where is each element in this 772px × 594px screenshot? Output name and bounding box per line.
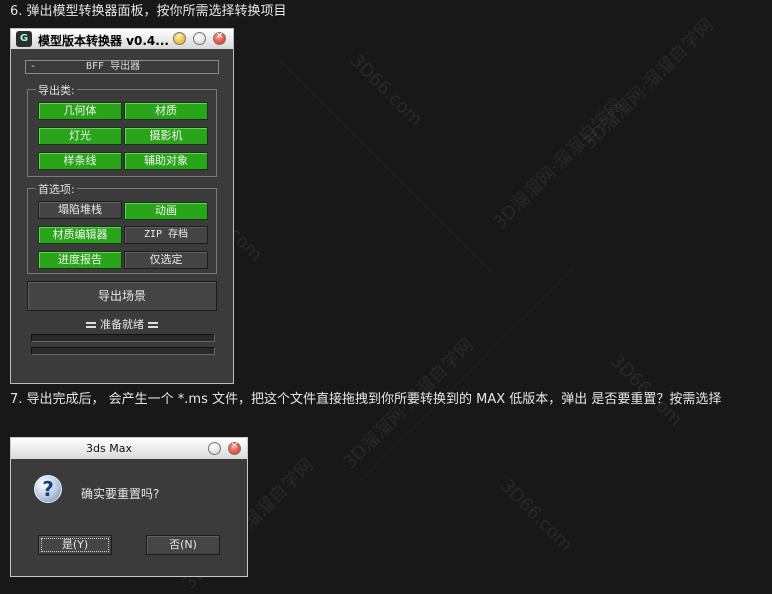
- status-text: 准备就绪: [100, 318, 144, 331]
- status-mark: [86, 322, 96, 328]
- window-title: 模型版本转换器 v0.4...: [38, 34, 169, 48]
- animation-toggle[interactable]: 动画: [124, 202, 208, 220]
- watermark-line: [360, 267, 573, 481]
- dialog-title: 3ds Max: [86, 442, 132, 455]
- rollout-title: BFF 导出器: [86, 61, 141, 72]
- no-button[interactable]: 否(N): [146, 535, 220, 555]
- converter-titlebar[interactable]: G 模型版本转换器 v0.4... – ×: [11, 29, 233, 49]
- spline-toggle[interactable]: 样条线: [38, 152, 122, 170]
- geometry-toggle[interactable]: 几何体: [38, 102, 122, 120]
- zip-archive-toggle[interactable]: ZIP 存档: [124, 226, 208, 244]
- group-label: 首选项:: [36, 181, 77, 197]
- reset-confirm-dialog: 3ds Max × ? 确实要重置吗? 是(Y) 否(N): [10, 437, 248, 577]
- selected-only-toggle[interactable]: 仅选定: [124, 251, 208, 269]
- collapse-stack-toggle[interactable]: 塌陷堆栈: [38, 201, 122, 219]
- watermark-text: 3D66.com: [346, 50, 427, 131]
- progress-bar: [31, 334, 215, 342]
- step-7-instruction: 7. 导出完成后， 会产生一个 *.ms 文件，把这个文件直接拖拽到你所要转换到…: [10, 392, 722, 407]
- progress-report-toggle[interactable]: 进度报告: [38, 251, 122, 269]
- app-icon: G: [16, 31, 32, 47]
- rollout-header[interactable]: - BFF 导出器: [25, 60, 219, 74]
- status-line: 准备就绪: [27, 316, 217, 332]
- group-label: 导出类:: [36, 82, 77, 98]
- step-6-instruction: 6. 弹出模型转换器面板，按你所需选择转换项目: [10, 4, 287, 19]
- maximize-icon[interactable]: [193, 32, 206, 45]
- light-toggle[interactable]: 灯光: [38, 127, 122, 145]
- yes-button[interactable]: 是(Y): [38, 535, 112, 555]
- progress-bar: [31, 347, 215, 355]
- question-icon: ?: [34, 475, 62, 503]
- helper-toggle[interactable]: 辅助对象: [124, 152, 208, 170]
- status-mark: [148, 322, 158, 328]
- dialog-message: 确实要重置吗?: [81, 487, 160, 501]
- collapse-icon[interactable]: -: [30, 61, 36, 73]
- camera-toggle[interactable]: 摄影机: [124, 127, 208, 145]
- watermark-text: 3D溜溜网·溜溜自学网: [489, 94, 628, 234]
- watermark-text: 3D66.com: [496, 475, 577, 556]
- export-types-group: 导出类: 几何体 材质 灯光 摄影机 样条线 辅助对象: [27, 82, 217, 177]
- maximize-icon[interactable]: [208, 442, 221, 455]
- preferences-group: 首选项: 塌陷堆栈 动画 材质编辑器 ZIP 存档 进度报告 仅选定: [27, 181, 217, 274]
- material-editor-toggle[interactable]: 材质编辑器: [38, 226, 122, 244]
- close-icon[interactable]: ×: [228, 441, 241, 455]
- converter-window: G 模型版本转换器 v0.4... – × - BFF 导出器 导出类: 几何体…: [10, 28, 234, 384]
- watermark-text: 3D溜溜网·溜溜自学网: [579, 14, 718, 154]
- dialog-titlebar[interactable]: 3ds Max ×: [11, 438, 247, 459]
- watermark-line: [279, 60, 493, 273]
- minimize-icon[interactable]: –: [173, 31, 186, 45]
- material-toggle[interactable]: 材质: [124, 102, 208, 120]
- export-scene-button[interactable]: 导出场景: [27, 281, 217, 311]
- close-icon[interactable]: ×: [213, 31, 226, 45]
